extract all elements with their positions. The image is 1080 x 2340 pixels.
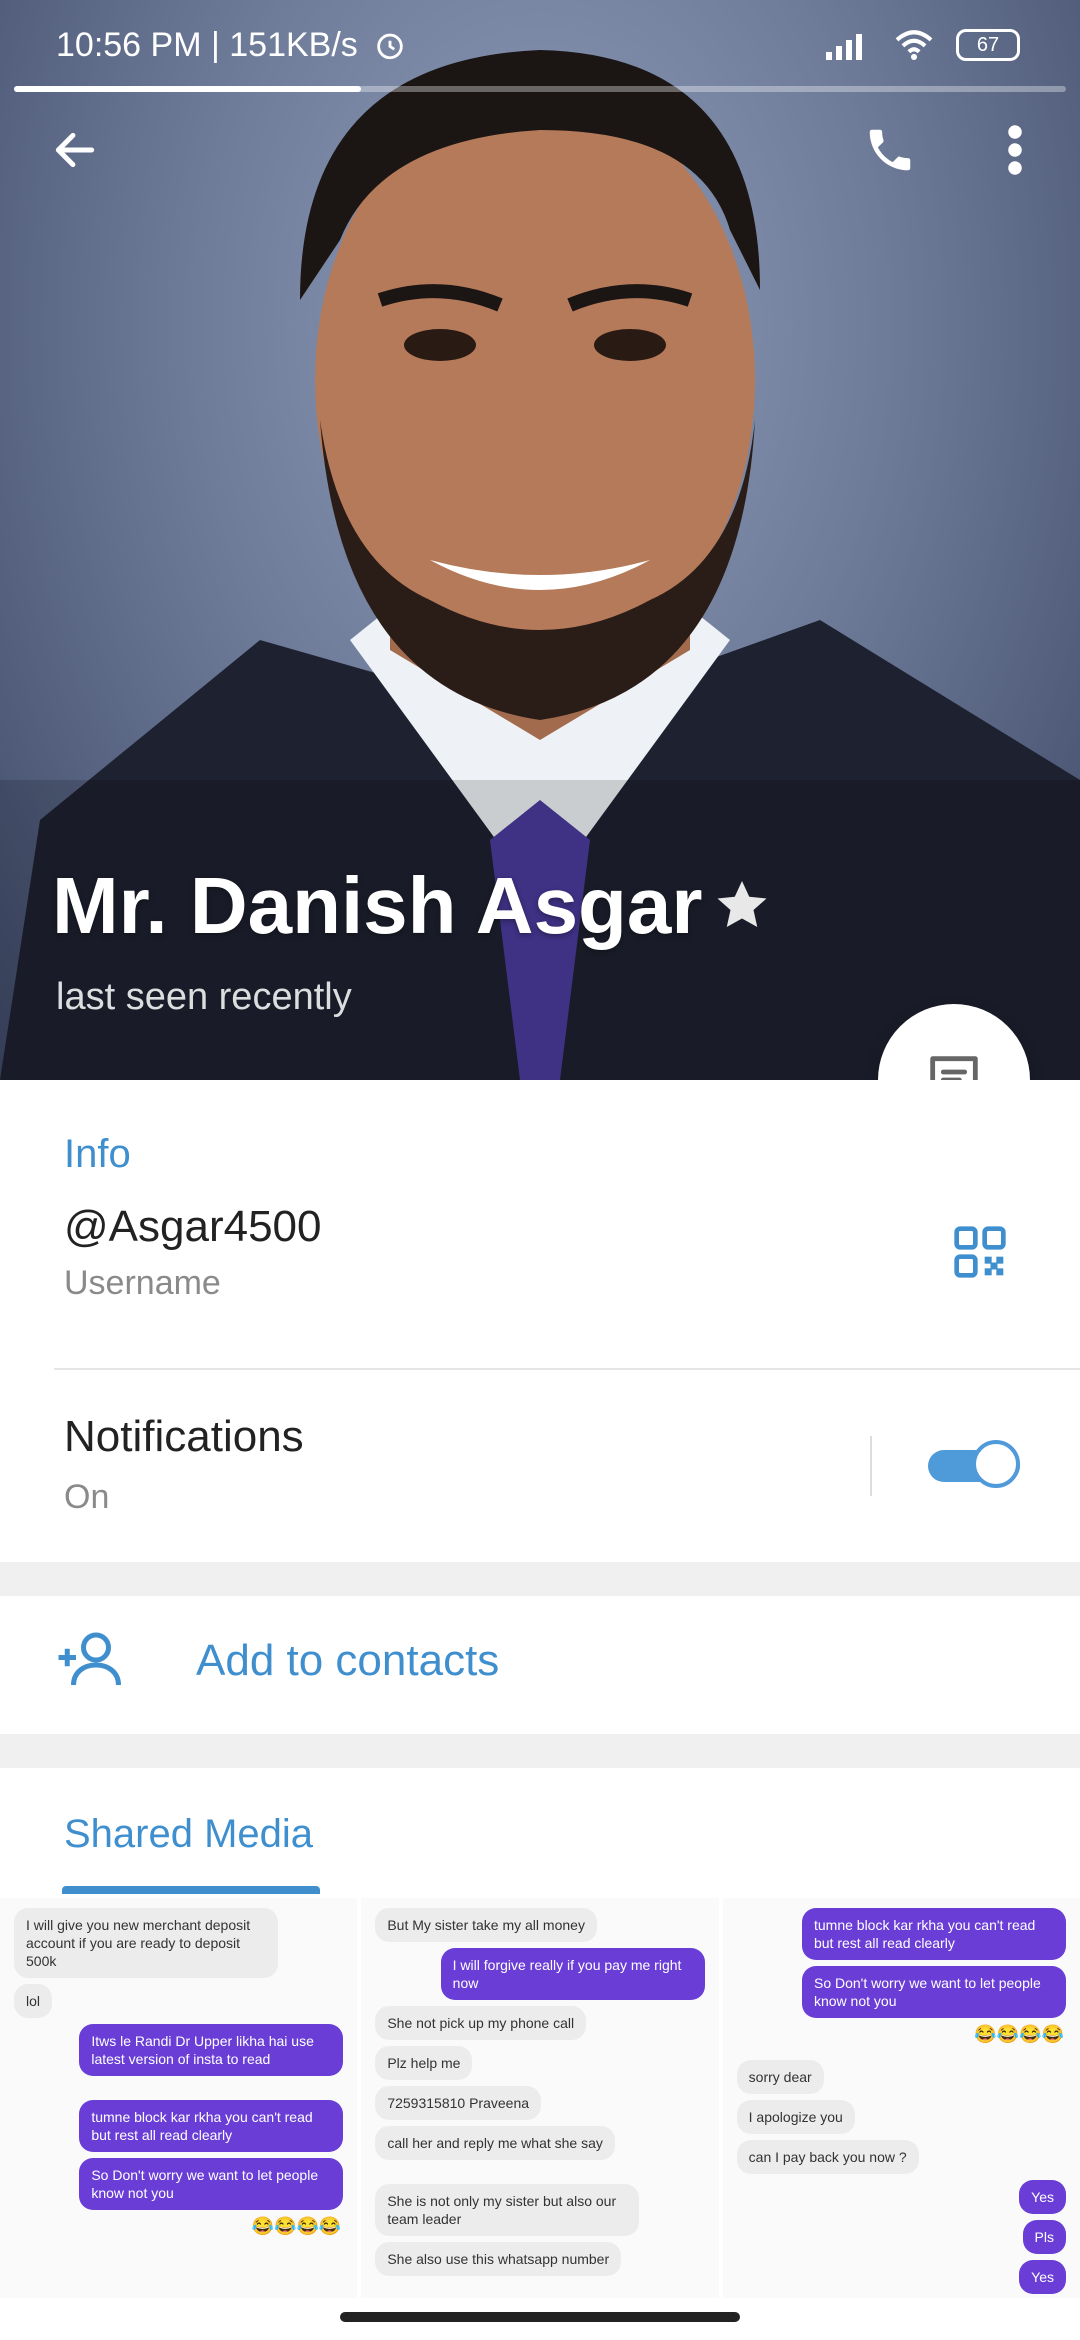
section-gap xyxy=(0,1562,1080,1596)
alarm-icon xyxy=(377,33,403,60)
last-seen-status: last seen recently xyxy=(56,976,352,1018)
toggle-knob xyxy=(972,1440,1020,1488)
chat-bubble: call her and reply me what she say xyxy=(375,2126,615,2160)
status-bar: 10:56 PM | 151KB/s 67 xyxy=(0,0,1080,90)
section-gap xyxy=(0,1734,1080,1768)
media-thumbnail[interactable]: I will give you new merchant deposit acc… xyxy=(0,1898,358,2298)
signal-icon xyxy=(826,34,862,60)
qr-code-icon[interactable] xyxy=(952,1224,1008,1280)
chat-bubble: She is not only my sister but also our t… xyxy=(375,2184,640,2236)
chat-bubble: sorry dear xyxy=(736,2060,824,2094)
chat-bubble: tumne block kar rkha you can't read but … xyxy=(801,1908,1066,1960)
chat-bubble: 7259315810 Praveena xyxy=(375,2086,542,2120)
chat-bubble: So Don't worry we want to let people kno… xyxy=(801,1966,1066,2018)
shared-media-tab-indicator xyxy=(62,1886,320,1894)
back-arrow-icon xyxy=(55,132,95,168)
chat-bubble: lol xyxy=(14,1984,53,2018)
media-thumbnail[interactable]: But My sister take my all money I will fo… xyxy=(361,1898,719,2298)
chat-bubble: But My sister take my all money xyxy=(375,1908,597,1942)
chat-bubble: can I pay back you now ? xyxy=(736,2140,919,2174)
shared-media-header: Shared Media xyxy=(0,1768,1080,1900)
status-time: 10:56 PM | 151KB/s xyxy=(56,26,407,65)
story-progress-fill xyxy=(14,86,362,92)
username-label: Username xyxy=(64,1264,221,1302)
gesture-nav-bar xyxy=(0,2298,1080,2340)
call-button[interactable] xyxy=(850,110,930,190)
chat-bubble: She not pick up my phone call xyxy=(375,2006,587,2040)
info-title: Info xyxy=(64,1132,131,1176)
username-row[interactable]: @Asgar4500 Username xyxy=(0,1200,1080,1370)
info-section: Info @Asgar4500 Username Notifications O… xyxy=(0,1080,1080,1562)
chat-bubble: Yes xyxy=(1019,2180,1066,2214)
battery-level: 67 xyxy=(976,34,1000,56)
notifications-toggle[interactable] xyxy=(928,1440,1020,1490)
add-to-contacts-row[interactable] xyxy=(0,1596,1080,1734)
notifications-value: On xyxy=(64,1478,110,1516)
chat-bubble: So Don't worry we want to let people kno… xyxy=(79,2158,344,2210)
notifications-label: Notifications xyxy=(64,1412,304,1461)
chat-bubble: Pls xyxy=(1022,2220,1066,2254)
back-button[interactable] xyxy=(40,110,110,190)
media-thumbnail[interactable]: tumne block kar rkha you can't read but … xyxy=(722,1898,1080,2298)
chat-bubble: tumne block kar rkha you can't read but … xyxy=(79,2100,344,2152)
chat-bubble: 😂😂😂😂 xyxy=(251,2216,342,2236)
username-value: @Asgar4500 xyxy=(64,1202,322,1251)
chat-bubble: Itws le Randi Dr Upper likha hai use lat… xyxy=(79,2024,344,2076)
status-time-text: 10:56 PM | 151KB/s xyxy=(56,26,358,64)
chat-bubble: I will forgive really if you pay me righ… xyxy=(440,1948,705,2000)
top-app-bar xyxy=(0,110,1080,190)
profile-name: Mr. Danish Asgar xyxy=(52,861,703,950)
tab-shared-media[interactable]: Shared Media xyxy=(64,1812,313,1857)
story-progress-bar xyxy=(14,86,1066,92)
chat-bubble: Plz help me xyxy=(375,2046,473,2080)
add-person-icon xyxy=(58,1632,121,1686)
home-indicator[interactable] xyxy=(340,2312,740,2322)
battery-icon: 67 xyxy=(956,29,1020,61)
chat-bubble: I will give you new merchant deposit acc… xyxy=(14,1908,278,1978)
profile-header: 10:56 PM | 151KB/s 67 Mr. Danish Asgar l… xyxy=(0,0,1080,1080)
notifications-separator xyxy=(870,1436,872,1496)
more-options-button[interactable] xyxy=(980,110,1050,190)
star-icon xyxy=(717,881,767,927)
notifications-row[interactable]: Notifications On xyxy=(0,1370,1080,1560)
chat-bubble: She also use this whatsapp number xyxy=(375,2242,622,2276)
chat-bubble: 😂😂😂😂 xyxy=(974,2024,1064,2044)
shared-media-grid: I will give you new merchant deposit acc… xyxy=(0,1898,1080,2298)
wifi-icon xyxy=(895,30,933,60)
add-to-contacts-label[interactable]: Add to contacts xyxy=(196,1636,499,1686)
more-vert-icon xyxy=(1008,125,1022,175)
chat-bubble: I apologize you xyxy=(736,2100,855,2134)
phone-icon xyxy=(869,129,911,171)
status-icons: 67 xyxy=(824,28,1020,62)
chat-bubble: Yes xyxy=(1019,2260,1066,2294)
